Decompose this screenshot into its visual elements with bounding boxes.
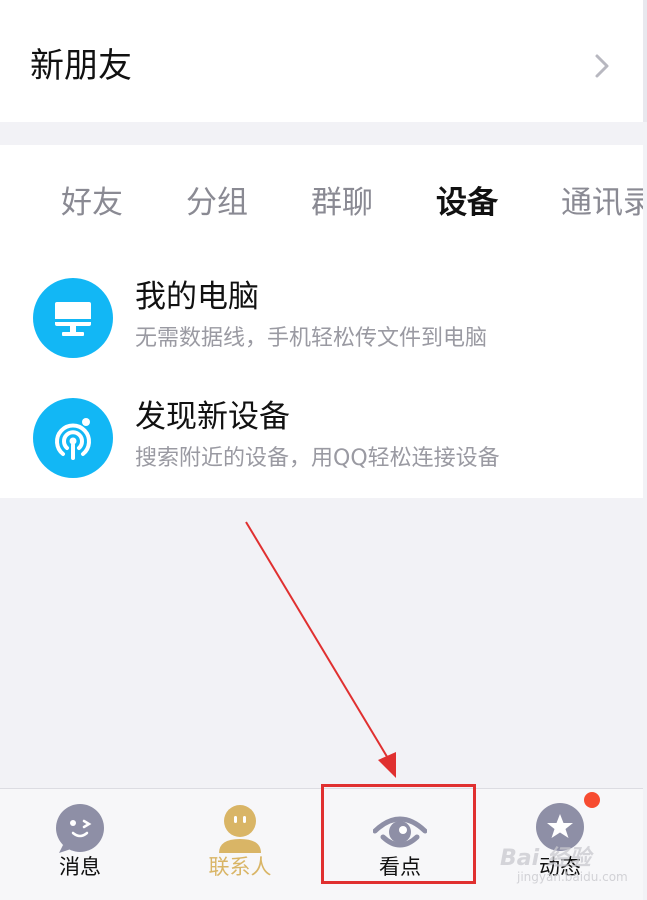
- tab-groups[interactable]: 分组: [186, 181, 248, 225]
- nav-label: 消息: [59, 855, 101, 879]
- messages-face-icon: [56, 804, 104, 853]
- nav-label: 看点: [379, 855, 421, 879]
- device-icon-circle: [33, 278, 113, 358]
- signal-icon: [55, 418, 91, 460]
- tab-address-book[interactable]: 通讯录: [561, 181, 643, 225]
- tab-devices[interactable]: 设备: [436, 181, 498, 225]
- contact-tabs: 好友 分组 群聊 设备 通讯录: [0, 181, 643, 225]
- device-subtitle: 无需数据线，手机轻松传文件到电脑: [135, 326, 488, 351]
- monitor-icon: [55, 302, 91, 336]
- device-title: 发现新设备: [135, 399, 290, 435]
- device-subtitle: 搜索附近的设备，用QQ轻松连接设备: [135, 446, 500, 471]
- nav-messages[interactable]: 消息: [0, 789, 160, 900]
- nav-label: 联系人: [208, 855, 272, 879]
- nav-contacts[interactable]: 联系人: [160, 789, 320, 900]
- tab-friends[interactable]: 好友: [61, 181, 123, 225]
- watermark: Bai 经验: [500, 846, 591, 871]
- new-friends-label: 新朋友: [30, 46, 132, 86]
- new-friends-row[interactable]: 新朋友: [0, 0, 647, 122]
- nav-kandian[interactable]: 看点: [320, 789, 480, 900]
- contacts-person-icon: [219, 805, 261, 853]
- tab-group-chats[interactable]: 群聊: [311, 181, 373, 225]
- device-icon-circle: [33, 398, 113, 478]
- notification-badge: [584, 792, 600, 808]
- contacts-panel: 好友 分组 群聊 设备 通讯录 我的电脑 无需数据线，手机轻松传文件到电脑 发现…: [0, 145, 643, 498]
- chevron-right-icon: [595, 54, 609, 78]
- device-row-discover[interactable]: 发现新设备 搜索附近的设备，用QQ轻松连接设备: [0, 398, 643, 498]
- watermark-url: jingyan.baidu.com: [517, 870, 628, 884]
- eye-icon: [373, 816, 427, 848]
- device-title: 我的电脑: [135, 279, 259, 315]
- device-row-my-computer[interactable]: 我的电脑 无需数据线，手机轻松传文件到电脑: [0, 278, 643, 388]
